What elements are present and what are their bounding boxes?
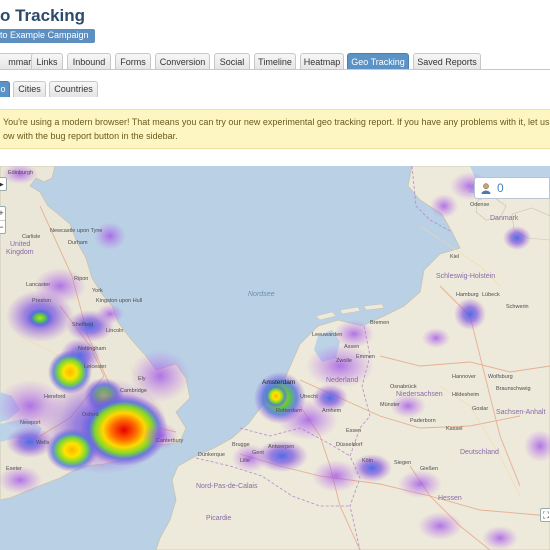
label-amsterdam: Amsterdam: [262, 379, 295, 386]
subtab-map[interactable]: o: [0, 81, 10, 97]
label-braunschweig: Braunschweig: [496, 386, 531, 392]
tab-saved-reports[interactable]: Saved Reports: [413, 53, 481, 70]
label-wolfsburg: Wolfsburg: [488, 374, 513, 380]
tab-inbound[interactable]: Inbound: [67, 53, 111, 70]
label-exeter: Exeter: [6, 466, 22, 472]
label-hildesheim: Hildesheim: [452, 392, 480, 398]
label-goslar: Goslar: [472, 406, 488, 412]
label-deutschland: Deutschland: [460, 449, 499, 456]
label-utrecht: Utrecht: [300, 394, 318, 400]
label-danmark: Danmark: [490, 215, 519, 222]
tab-heatmap[interactable]: Heatmap: [300, 53, 344, 70]
label-munster: Münster: [380, 402, 400, 408]
label-lubeck: Lübeck: [482, 292, 500, 298]
label-lancaster: Lancaster: [26, 282, 50, 288]
label-schleswig: Schleswig-Holstein: [436, 273, 495, 280]
label-schwerin: Schwerin: [506, 304, 529, 310]
tab-conversion[interactable]: Conversion: [155, 53, 210, 70]
label-zwolle: Zwolle: [336, 358, 352, 364]
label-picardie: Picardie: [206, 515, 231, 522]
label-koln: Köln: [362, 458, 373, 464]
tab-links[interactable]: Links: [31, 53, 63, 70]
label-bremen: Bremen: [370, 320, 389, 326]
label-gent: Gent: [252, 450, 264, 456]
tab-social[interactable]: Social: [214, 53, 250, 70]
map-canvas[interactable]: Edinburgh Carlisle Newcastle upon Tyne D…: [0, 166, 550, 550]
zoom-in-icon[interactable]: +: [0, 207, 5, 221]
label-nord: Nord-Pas-de-Calais: [196, 483, 258, 490]
label-york: York: [92, 288, 103, 294]
report-tabs: mmary Links Inbound Forms Conversion Soc…: [0, 53, 550, 70]
subtab-countries[interactable]: Countries: [49, 81, 98, 97]
label-paderborn: Paderborn: [410, 418, 436, 424]
label-hamburg: Hamburg: [456, 292, 479, 298]
visitor-count: 0: [497, 181, 504, 195]
label-carlisle: Carlisle: [22, 234, 40, 240]
page-title: o Tracking: [0, 6, 86, 25]
label-kingston: Kingston upon Hull: [96, 298, 142, 304]
label-durham: Durham: [68, 240, 88, 246]
map-fullscreen-icon[interactable]: ▸: [0, 177, 7, 191]
label-odense: Odense: [470, 202, 489, 208]
geo-subtabs: o Cities Countries: [0, 81, 200, 97]
label-kassel: Kassel: [446, 426, 463, 432]
label-oxford: Oxford: [82, 412, 99, 418]
label-osnabruck: Osnabrück: [390, 384, 417, 390]
zoom-control[interactable]: + −: [0, 206, 6, 234]
label-united: United: [10, 241, 30, 248]
zoom-out-icon[interactable]: −: [0, 221, 5, 234]
label-rotterdam: Rotterdam: [276, 408, 302, 414]
label-arnhem: Arnhem: [322, 408, 342, 414]
label-newcastle: Newcastle upon Tyne: [50, 228, 103, 234]
label-nordsee: Nordsee: [248, 291, 275, 298]
label-edinburgh: Edinburgh: [8, 170, 33, 176]
tab-timeline[interactable]: Timeline: [254, 53, 296, 70]
label-brugge: Brugge: [232, 442, 250, 448]
label-kingdom: Kingdom: [6, 249, 34, 256]
label-emmen: Emmen: [356, 354, 375, 360]
geo-tracking-page: o Tracking to Example Campaign mmary Lin…: [0, 0, 550, 550]
visitor-counter: 0: [474, 177, 550, 199]
label-nottingham: Nottingham: [78, 346, 107, 352]
label-antwerpen: Antwerpen: [268, 444, 294, 450]
label-siegen: Siegen: [394, 460, 411, 466]
layers-icon[interactable]: ⛶: [540, 508, 550, 522]
label-lille: Lille: [240, 458, 250, 464]
back-to-campaign-link[interactable]: to Example Campaign: [0, 29, 95, 43]
subtab-cities[interactable]: Cities: [13, 81, 46, 97]
label-hereford: Hereford: [44, 394, 65, 400]
label-hessen: Hessen: [438, 495, 462, 502]
label-essen: Essen: [346, 428, 361, 434]
label-newport: Newport: [20, 420, 41, 426]
label-dunkerque: Dunkerque: [198, 452, 225, 458]
geo-heatmap-map[interactable]: Edinburgh Carlisle Newcastle upon Tyne D…: [0, 166, 550, 550]
tab-geo-tracking[interactable]: Geo Tracking: [347, 53, 409, 70]
notice-line-2: ow with the bug report button in the sid…: [3, 131, 178, 141]
label-sheffield: Sheffield: [72, 322, 93, 328]
label-wells: Wells: [36, 440, 50, 446]
label-preston: Preston: [32, 298, 51, 304]
label-hannover: Hannover: [452, 374, 476, 380]
notice-line-1: You're using a modern browser! That mean…: [3, 117, 550, 127]
label-ripon: Ripon: [74, 276, 88, 282]
label-giessen: Gießen: [420, 466, 438, 472]
label-assen: Assen: [344, 344, 359, 350]
tabs-divider: [0, 69, 550, 70]
label-lincoln: Lincoln: [106, 328, 123, 334]
label-kiel: Kiel: [450, 254, 459, 260]
user-icon: [481, 183, 491, 194]
label-ely: Ely: [138, 376, 146, 382]
experimental-notice: You're using a modern browser! That mean…: [0, 109, 550, 149]
label-canterbury: Canterbury: [156, 438, 183, 444]
label-leicester: Leicester: [84, 364, 106, 370]
label-cambridge: Cambridge: [120, 388, 147, 394]
label-leeuwarden: Leeuwarden: [312, 332, 342, 338]
label-nederland: Nederland: [326, 377, 358, 384]
label-dusseldorf: Düsseldorf: [336, 442, 363, 448]
label-niedersachsen: Niedersachsen: [396, 391, 443, 398]
tab-forms[interactable]: Forms: [115, 53, 151, 70]
label-sachsen: Sachsen-Anhalt: [496, 409, 545, 416]
